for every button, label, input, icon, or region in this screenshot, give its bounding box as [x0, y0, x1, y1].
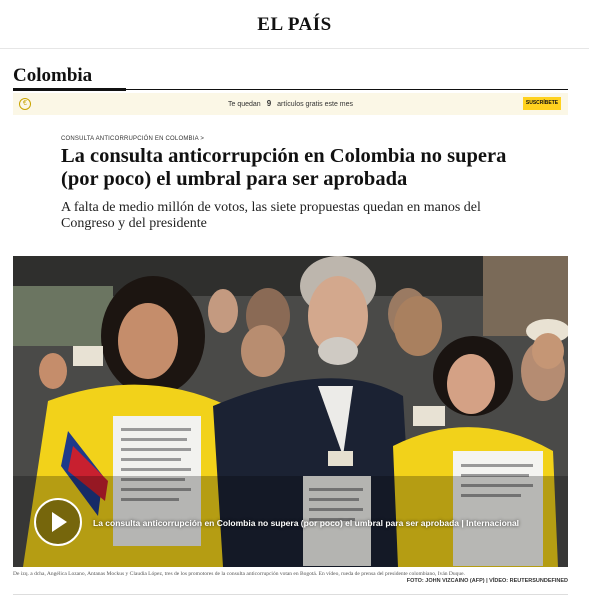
el-pais-logo[interactable]: EL PAÍS [0, 14, 589, 36]
paywall-text: Te quedan 9 artículos gratis este mes [13, 99, 568, 108]
article-subhead: A falta de medio millón de votos, las si… [61, 200, 481, 231]
section-underline [13, 88, 126, 91]
video-title[interactable]: La consulta anticorrupción en Colombia n… [93, 518, 519, 528]
photo-credit: FOTO: JOHN VIZCAINO (AFP) | VÍDEO: REUTE… [406, 578, 568, 584]
play-button[interactable] [34, 498, 82, 546]
article-headline: La consulta anticorrupción en Colombia n… [61, 145, 507, 190]
free-articles-count: 9 [266, 99, 272, 108]
video-player[interactable]: La consulta anticorrupción en Colombia n… [13, 256, 568, 567]
play-icon [52, 512, 67, 532]
subscribe-button[interactable]: SUSCRÍBETE [523, 97, 561, 110]
paywall-text-before: Te quedan [227, 101, 261, 108]
top-bar: EL PAÍS [0, 0, 589, 49]
bottom-divider [13, 594, 568, 595]
photo-caption: De izq. a dcha, Angélica Lozano, Antanas… [13, 571, 465, 577]
paywall-text-after: artículos gratis este mes [277, 101, 354, 108]
section-title[interactable]: Colombia [13, 65, 92, 87]
paywall-banner: € Te quedan 9 artículos gratis este mes SU… [13, 93, 568, 115]
breadcrumb[interactable]: CONSULTA ANTICORRUPCIÓN EN COLOMBIA > [61, 136, 204, 142]
